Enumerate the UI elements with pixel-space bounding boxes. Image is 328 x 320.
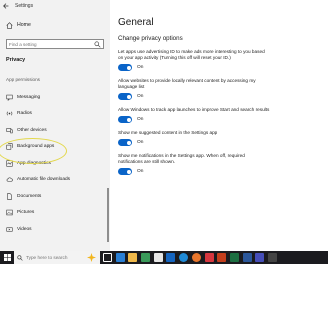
notifications-toggle[interactable] [118,168,132,175]
cloud-icon [5,176,13,184]
setting-description: Let apps use advertising ID to make ads … [118,49,265,60]
sidebar-item-documents[interactable]: Documents [0,188,110,205]
suggested-content-toggle[interactable] [118,139,132,146]
sidebar-item-label: Background apps [17,144,55,150]
setting-advertising-id: Let apps use advertising ID to make ads … [118,49,328,71]
sidebar-item-other-devices[interactable]: Other devices [0,122,110,139]
maps-icon[interactable] [141,253,151,262]
settings-window: Settings Home Privacy App permissions Me… [0,0,328,251]
document-icon [5,192,13,200]
radio-icon [5,110,13,118]
sidebar-item-label: Home [17,22,31,28]
background-apps-icon [5,143,13,151]
main-panel: General Change privacy options Let apps … [110,0,328,251]
page-title: General [118,17,154,28]
search-setting-field[interactable] [6,39,104,49]
excel-icon[interactable] [229,253,239,262]
sidebar-item-automatic-file-downloads[interactable]: Automatic file downloads [0,172,110,189]
title-bar: Settings [0,0,110,11]
start-button[interactable] [0,251,14,264]
sidebar-item-app-diagnostics[interactable]: App diagnostics [0,155,110,172]
home-icon [5,21,13,29]
advertising-id-toggle[interactable] [118,64,132,71]
section-title: Privacy [6,57,26,63]
store-icon[interactable] [153,253,163,262]
toggle-state-label: On [137,169,144,174]
setting-description: Show me suggested content in the Setting… [118,130,218,135]
teams-icon[interactable] [255,253,265,262]
language-list-toggle[interactable] [118,93,132,100]
toggle-knob [126,169,131,174]
powerpoint-icon[interactable] [217,253,227,262]
setting-suggested-content: Show me suggested content in the Setting… [118,130,328,146]
setting-track-app-launches: Allow Windows to track app launches to i… [118,107,328,123]
file-explorer-icon[interactable] [128,253,138,262]
section-subheading: Change privacy options [118,35,183,42]
back-button[interactable] [0,0,11,11]
sidebar-item-label: App diagnostics [17,160,51,166]
sidebar-scrollbar[interactable] [107,188,109,242]
setting-description: Show me notifications in the Settings ap… [118,153,245,164]
toggle-state-label: On [137,140,144,145]
group-label: App permissions [6,77,40,82]
sidebar-item-label: Documents [17,193,42,199]
sidebar-item-label: Messaging [17,94,41,100]
app-title: Settings [15,2,34,9]
taskbar-apps [103,253,281,262]
firefox-icon[interactable] [191,253,201,262]
taskbar-search-input[interactable] [26,255,86,260]
picture-icon [5,209,13,217]
sidebar-item-label: Videos [17,226,32,232]
sidebar-item-label: Automatic file downloads [17,177,71,183]
sidebar-item-label: Other devices [17,127,47,133]
sidebar-item-background-apps[interactable]: Background apps [0,139,110,156]
toggle-knob [126,65,131,70]
empty-area [0,264,328,320]
setting-language-list: Allow websites to provide locally releva… [118,78,328,100]
setting-description: Allow websites to provide locally releva… [118,78,256,89]
windows-logo-icon [3,254,11,261]
toggle-knob [126,94,131,99]
track-app-launches-toggle[interactable] [118,116,132,123]
outlook-icon[interactable] [166,253,176,262]
sidebar-item-pictures[interactable]: Pictures [0,205,110,222]
setting-notifications: Show me notifications in the Settings ap… [118,153,328,175]
search-input[interactable] [9,41,89,47]
taskbar [0,251,328,264]
toggle-state-label: On [137,117,144,122]
settings-app-icon[interactable] [267,253,277,262]
sidebar-item-radios[interactable]: Radios [0,106,110,123]
sidebar-item-home[interactable]: Home [0,18,110,32]
devices-icon [5,126,13,134]
diagnostics-icon [5,159,13,167]
sidebar-item-messaging[interactable]: Messaging [0,89,110,106]
acrobat-icon[interactable] [204,253,214,262]
mail-icon[interactable] [115,253,125,262]
edge-icon[interactable] [179,253,189,262]
sidebar-item-label: Pictures [17,210,35,216]
message-icon [5,93,13,101]
toggle-knob [126,140,131,145]
task-view-icon[interactable] [103,253,112,262]
toggle-state-label: On [137,65,144,70]
toggle-state-label: On [137,94,144,99]
sidebar-item-videos[interactable]: Videos [0,221,110,238]
sidebar-item-label: Radios [17,111,32,117]
word-icon[interactable] [242,253,252,262]
toggle-knob [126,117,131,122]
sidebar: Settings Home Privacy App permissions Me… [0,0,110,251]
taskbar-search-box[interactable] [14,251,100,264]
search-icon [94,41,101,48]
video-icon [5,225,13,233]
back-arrow-icon [2,2,8,9]
sidebar-nav: Messaging Radios Other devices Backgroun… [0,89,110,238]
search-icon [17,254,23,261]
sparkle-icon [87,253,96,262]
setting-description: Allow Windows to track app launches to i… [118,107,270,112]
